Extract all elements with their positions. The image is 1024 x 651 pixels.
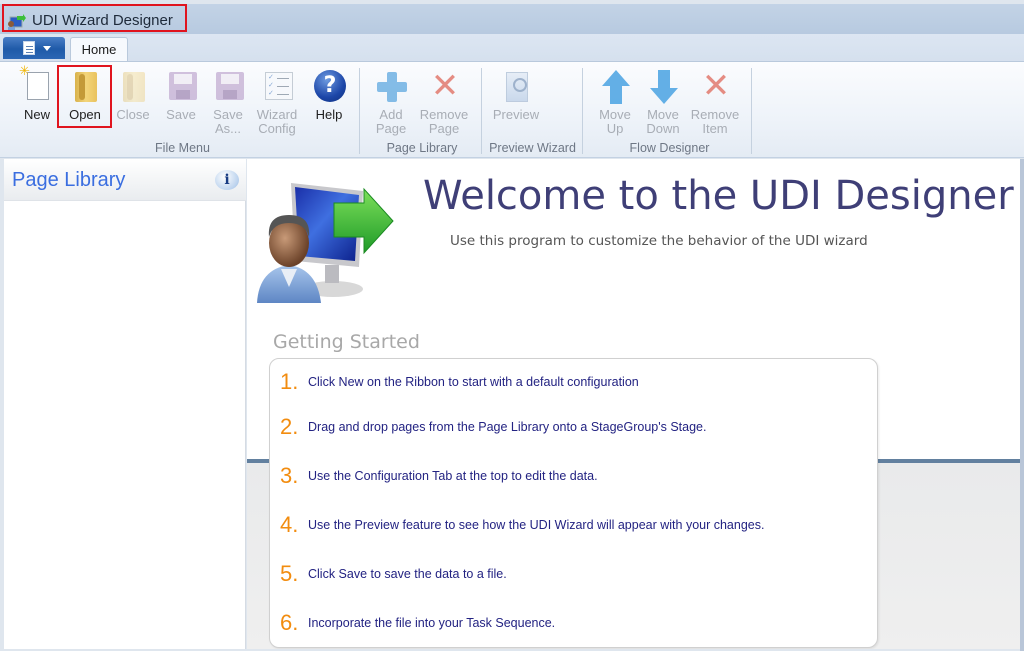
- preview-button-label: Preview: [492, 107, 540, 122]
- move-down-label-line1: Move: [647, 107, 679, 122]
- arrow-up-icon: [602, 70, 630, 104]
- help-button[interactable]: ? Help: [306, 66, 352, 138]
- add-page-label-line1: Add: [379, 107, 403, 122]
- step-number: 6.: [280, 610, 299, 635]
- wizard-config-label-line2: Config: [258, 121, 296, 136]
- step-item: 6. Incorporate the file into your Task S…: [280, 610, 870, 640]
- new-button[interactable]: New: [14, 64, 60, 138]
- group-label-preview-wizard: Preview Wizard: [489, 141, 576, 155]
- move-up-label-line1: Move: [599, 107, 631, 122]
- group-label-page-library: Page Library: [386, 141, 458, 155]
- document-icon: [23, 41, 35, 55]
- tab-home[interactable]: Home: [70, 37, 128, 63]
- step-number: 5.: [280, 561, 299, 586]
- welcome-panel: Welcome to the UDI Designer Use this pro…: [247, 159, 1020, 649]
- floppy-disk-pen-icon: [216, 72, 244, 100]
- x-icon: ✕: [701, 66, 731, 106]
- welcome-subtitle: Use this program to customize the behavi…: [450, 233, 868, 249]
- remove-item-label-line1: Remove: [690, 107, 740, 122]
- step-item: 2. Drag and drop pages from the Page Lib…: [280, 414, 870, 444]
- step-item: 5. Click Save to save the data to a file…: [280, 561, 870, 591]
- page-library-title: Page Library: [12, 169, 126, 191]
- title-highlight-outline: [2, 4, 187, 32]
- close-button-label: Close: [116, 107, 150, 122]
- save-button[interactable]: Save: [158, 66, 204, 138]
- remove-page-label-line2: Page: [428, 121, 460, 136]
- info-icon[interactable]: i: [215, 170, 239, 190]
- page-library-header: Page Library i: [4, 159, 246, 201]
- udi-wizard-designer-window: UDI Wizard Designer Home New Open Close …: [0, 0, 1024, 651]
- step-text: Click Save to save the data to a file.: [308, 567, 507, 581]
- ribbon-separator: [481, 68, 482, 154]
- ribbon: New Open Close Save Save As... Wizard Co…: [0, 61, 1024, 158]
- step-text: Use the Preview feature to see how the U…: [308, 518, 765, 532]
- step-number: 4.: [280, 512, 299, 537]
- save-button-label: Save: [166, 107, 196, 122]
- help-icon: ?: [314, 70, 346, 102]
- ribbon-separator: [359, 68, 360, 154]
- window-right-border: [1020, 159, 1024, 651]
- new-button-label: New: [23, 107, 50, 122]
- step-text: Incorporate the file into your Task Sequ…: [308, 616, 556, 630]
- preview-magnifier-icon: [506, 72, 528, 102]
- step-item: 3. Use the Configuration Tab at the top …: [280, 463, 870, 493]
- add-page-button[interactable]: Add Page: [368, 66, 414, 138]
- page-library-pane: Page Library i: [4, 159, 246, 649]
- save-as-label-line2: As...: [214, 121, 241, 136]
- group-label-file-menu: File Menu: [155, 141, 210, 155]
- remove-page-label-line1: Remove: [419, 107, 469, 122]
- save-as-label-line1: Save: [213, 107, 243, 122]
- step-text: Click New on the Ribbon to start with a …: [308, 375, 639, 389]
- ribbon-tab-row: Home: [0, 34, 1024, 63]
- step-number: 1.: [280, 369, 299, 394]
- ribbon-separator: [582, 68, 583, 154]
- folder-close-icon: [123, 72, 145, 102]
- ribbon-separator: [751, 68, 752, 154]
- step-text: Drag and drop pages from the Page Librar…: [308, 420, 707, 434]
- move-down-button[interactable]: Move Down: [640, 66, 686, 138]
- arrow-down-icon: [650, 70, 678, 104]
- step-item: 4. Use the Preview feature to see how th…: [280, 512, 870, 542]
- help-button-label: Help: [315, 107, 343, 122]
- chevron-down-icon: [43, 46, 51, 51]
- user-computer-arrow-icon: [257, 183, 394, 303]
- application-menu-button[interactable]: [3, 37, 65, 59]
- move-up-label-line2: Up: [606, 121, 624, 136]
- save-as-button[interactable]: Save As...: [205, 66, 251, 138]
- getting-started-title: Getting Started: [273, 331, 420, 353]
- step-text: Use the Configuration Tab at the top to …: [308, 469, 598, 483]
- open-highlight-outline: [57, 65, 112, 128]
- add-page-label-line2: Page: [375, 121, 407, 136]
- move-up-button[interactable]: Move Up: [592, 66, 638, 138]
- remove-item-button[interactable]: ✕ Remove Item: [689, 66, 741, 138]
- floppy-disk-icon: [169, 72, 197, 100]
- group-label-flow-designer: Flow Designer: [629, 141, 710, 155]
- step-number: 2.: [280, 414, 299, 439]
- step-item: 1. Click New on the Ribbon to start with…: [280, 369, 870, 399]
- step-number: 3.: [280, 463, 299, 488]
- new-document-icon: [19, 64, 49, 100]
- checklist-icon: [265, 72, 293, 100]
- welcome-title: Welcome to the UDI Designer: [423, 173, 1014, 219]
- remove-item-label-line2: Item: [702, 121, 728, 136]
- preview-button[interactable]: Preview: [489, 66, 543, 138]
- move-down-label-line2: Down: [646, 121, 680, 136]
- wizard-config-button[interactable]: Wizard Config: [254, 66, 300, 138]
- wizard-config-label-line1: Wizard: [256, 107, 298, 122]
- plus-icon: [377, 72, 407, 102]
- close-button[interactable]: Close: [110, 66, 156, 138]
- getting-started-steps: 1. Click New on the Ribbon to start with…: [269, 358, 878, 648]
- remove-page-button[interactable]: ✕ Remove Page: [418, 66, 470, 138]
- x-icon: ✕: [430, 66, 460, 106]
